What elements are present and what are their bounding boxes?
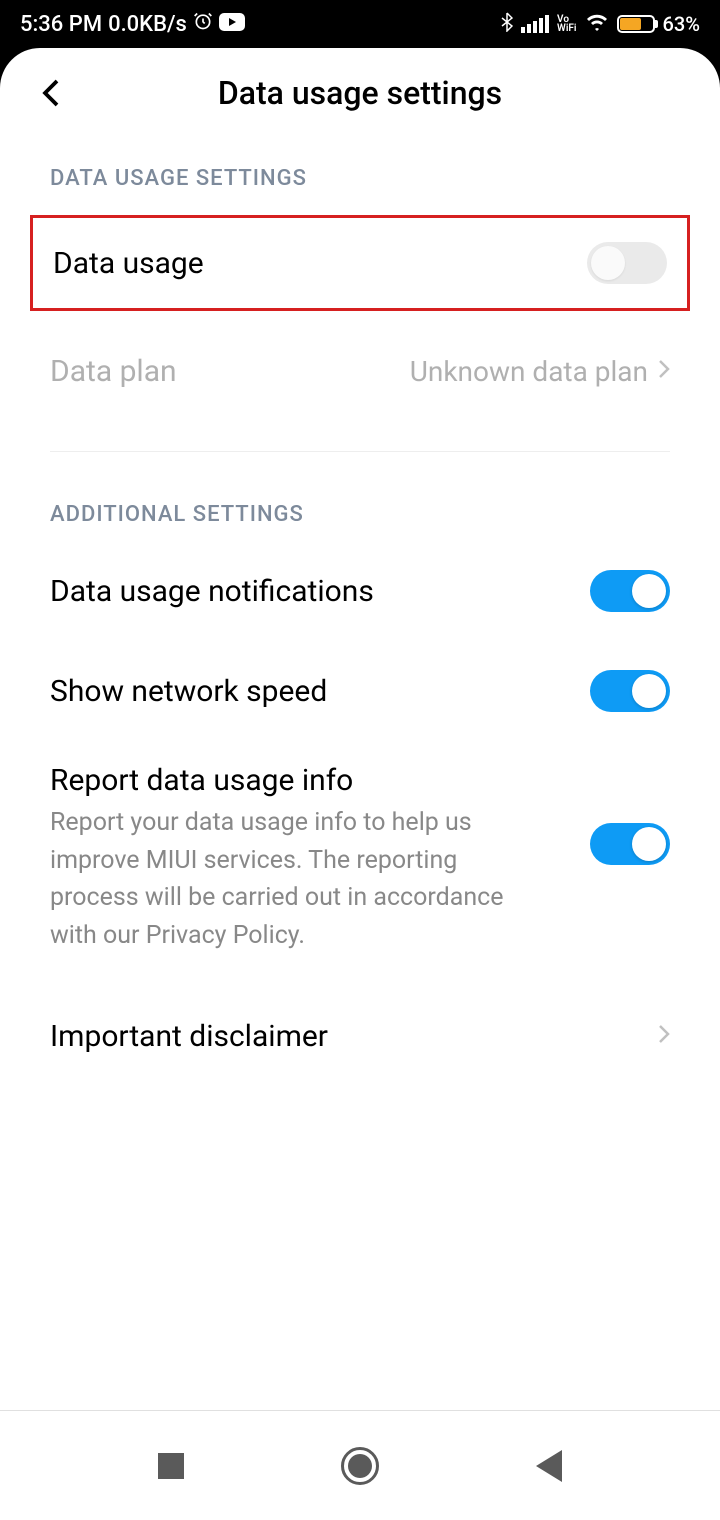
alarm-icon (193, 11, 213, 37)
bluetooth-icon (501, 12, 513, 37)
status-netspeed: 0.0KB/s (108, 12, 187, 37)
toggle-report[interactable] (590, 823, 670, 865)
setting-label: Data usage (53, 246, 204, 281)
vowifi-icon: VoWiFi (557, 15, 576, 33)
divider (50, 451, 670, 452)
status-time: 5:36 PM (20, 12, 102, 37)
chevron-right-icon (658, 356, 670, 386)
nav-home-button[interactable] (341, 1447, 379, 1485)
setting-network-speed[interactable]: Show network speed (50, 651, 670, 731)
status-bar: 5:36 PM 0.0KB/s VoWiFi 63% (0, 0, 720, 48)
setting-label: Data plan (50, 354, 177, 389)
status-left: 5:36 PM 0.0KB/s (20, 11, 245, 37)
chevron-right-icon (658, 1021, 670, 1051)
setting-label: Data usage notifications (50, 574, 374, 609)
status-right: VoWiFi 63% (501, 12, 700, 37)
app-screen: Data usage settings DATA USAGE SETTINGS … (0, 48, 720, 1410)
youtube-icon (219, 12, 245, 37)
battery-icon (617, 15, 655, 33)
toggle-data-usage[interactable] (587, 242, 667, 284)
setting-label: Show network speed (50, 674, 327, 709)
setting-notifications[interactable]: Data usage notifications (50, 551, 670, 631)
toggle-notifications[interactable] (590, 570, 670, 612)
nav-recents-button[interactable] (158, 1453, 184, 1479)
app-header: Data usage settings (0, 48, 720, 138)
nav-back-button[interactable] (536, 1450, 562, 1482)
setting-disclaimer[interactable]: Important disclaimer (50, 996, 670, 1076)
setting-label: Report data usage info (50, 763, 520, 798)
wifi-icon (585, 12, 609, 36)
navigation-bar (0, 1410, 720, 1520)
section-header-data-usage: DATA USAGE SETTINGS (50, 166, 670, 191)
setting-label: Important disclaimer (50, 1019, 328, 1054)
page-title: Data usage settings (78, 74, 642, 112)
setting-report[interactable]: Report data usage info Report your data … (50, 751, 670, 966)
battery-percent: 63% (663, 12, 700, 36)
setting-data-usage[interactable]: Data usage (53, 218, 667, 308)
toggle-network-speed[interactable] (590, 670, 670, 712)
back-button[interactable] (42, 78, 78, 108)
section-header-additional: ADDITIONAL SETTINGS (50, 502, 670, 527)
setting-value: Unknown data plan (410, 355, 670, 388)
setting-description: Report your data usage info to help us i… (50, 804, 520, 954)
highlight-data-usage: Data usage (30, 215, 690, 311)
signal-icon (521, 15, 549, 33)
setting-data-plan[interactable]: Data plan Unknown data plan (50, 331, 670, 411)
